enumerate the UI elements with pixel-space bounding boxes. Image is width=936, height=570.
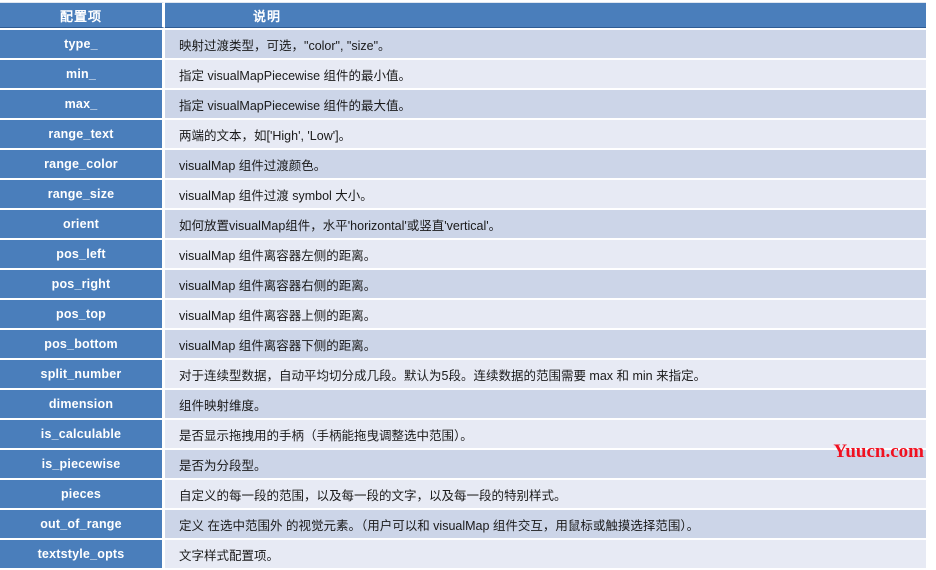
config-description-cell: 组件映射维度。: [165, 390, 926, 418]
config-key-cell: pos_right: [0, 270, 165, 298]
config-description-cell: 如何放置visualMap组件，水平'horizontal'或竖直'vertic…: [165, 210, 926, 238]
table-row: orient 如何放置visualMap组件，水平'horizontal'或竖直'…: [0, 210, 926, 238]
config-key-cell: orient: [0, 210, 165, 238]
config-key-cell: pos_left: [0, 240, 165, 268]
config-description-cell: 指定 visualMapPiecewise 组件的最小值。: [165, 60, 926, 88]
config-key-cell: textstyle_opts: [0, 540, 165, 568]
table-header: 配置项 说明: [0, 2, 926, 28]
table-row: range_color visualMap 组件过渡颜色。: [0, 150, 926, 178]
table-row: pos_top visualMap 组件离容器上侧的距离。: [0, 300, 926, 328]
table-row: is_piecewise 是否为分段型。: [0, 450, 926, 478]
table-row: pieces 自定义的每一段的范围，以及每一段的文字，以及每一段的特别样式。: [0, 480, 926, 508]
config-key-cell: pos_top: [0, 300, 165, 328]
config-key-cell: out_of_range: [0, 510, 165, 538]
table-row: pos_right visualMap 组件离容器右侧的距离。: [0, 270, 926, 298]
config-key-cell: split_number: [0, 360, 165, 388]
config-description-cell: visualMap 组件离容器下侧的距离。: [165, 330, 926, 358]
config-table-container: 配置项 说明 type_ 映射过渡类型，可选，"color", "size"。 mi…: [0, 0, 936, 568]
config-key-cell: type_: [0, 30, 165, 58]
config-key-cell: range_color: [0, 150, 165, 178]
table-body: type_ 映射过渡类型，可选，"color", "size"。 min_ 指定 vi…: [0, 30, 926, 568]
table-row: max_ 指定 visualMapPiecewise 组件的最大值。: [0, 90, 926, 118]
config-key-cell: dimension: [0, 390, 165, 418]
config-description-cell: visualMap 组件过渡颜色。: [165, 150, 926, 178]
config-description-cell: visualMap 组件离容器上侧的距离。: [165, 300, 926, 328]
config-description-cell: 指定 visualMapPiecewise 组件的最大值。: [165, 90, 926, 118]
table-row: pos_left visualMap 组件离容器左侧的距离。: [0, 240, 926, 268]
config-key-cell: pieces: [0, 480, 165, 508]
config-key-cell: is_calculable: [0, 420, 165, 448]
config-description-cell: visualMap 组件离容器右侧的距离。: [165, 270, 926, 298]
config-description-cell: 是否显示拖拽用的手柄（手柄能拖曳调整选中范围）。: [165, 420, 926, 448]
table-row: split_number 对于连续型数据，自动平均切分成几段。默认为5段。连续数据…: [0, 360, 926, 388]
config-description-cell: 映射过渡类型，可选，"color", "size"。: [165, 30, 926, 58]
column-header-description: 说明: [165, 2, 926, 28]
config-description-cell: 自定义的每一段的范围，以及每一段的文字，以及每一段的特别样式。: [165, 480, 926, 508]
table-row: min_ 指定 visualMapPiecewise 组件的最小值。: [0, 60, 926, 88]
table-row: is_calculable 是否显示拖拽用的手柄（手柄能拖曳调整选中范围）。: [0, 420, 926, 448]
config-key-cell: pos_bottom: [0, 330, 165, 358]
table-row: type_ 映射过渡类型，可选，"color", "size"。: [0, 30, 926, 58]
table-row: pos_bottom visualMap 组件离容器下侧的距离。: [0, 330, 926, 358]
config-description-cell: visualMap 组件过渡 symbol 大小。: [165, 180, 926, 208]
config-description-cell: 两端的文本，如['High', 'Low']。: [165, 120, 926, 148]
table-row: textstyle_opts 文字样式配置项。: [0, 540, 926, 568]
table-row: out_of_range 定义 在选中范围外 的视觉元素。（用户可以和 visua…: [0, 510, 926, 538]
config-description-cell: 对于连续型数据，自动平均切分成几段。默认为5段。连续数据的范围需要 max 和 …: [165, 360, 926, 388]
config-description-cell: visualMap 组件离容器左侧的距离。: [165, 240, 926, 268]
column-header-config-key: 配置项: [0, 2, 165, 28]
config-key-cell: is_piecewise: [0, 450, 165, 478]
table-row: range_size visualMap 组件过渡 symbol 大小。: [0, 180, 926, 208]
config-key-cell: min_: [0, 60, 165, 88]
config-key-cell: range_text: [0, 120, 165, 148]
table-row: range_text 两端的文本，如['High', 'Low']。: [0, 120, 926, 148]
config-description-cell: 文字样式配置项。: [165, 540, 926, 568]
table-header-row: 配置项 说明: [0, 2, 926, 28]
config-key-cell: max_: [0, 90, 165, 118]
config-description-cell: 是否为分段型。: [165, 450, 926, 478]
config-description-cell: 定义 在选中范围外 的视觉元素。（用户可以和 visualMap 组件交互，用鼠…: [165, 510, 926, 538]
table-row: dimension 组件映射维度。: [0, 390, 926, 418]
visualmap-config-table: 配置项 说明 type_ 映射过渡类型，可选，"color", "size"。 mi…: [0, 0, 926, 570]
config-key-cell: range_size: [0, 180, 165, 208]
